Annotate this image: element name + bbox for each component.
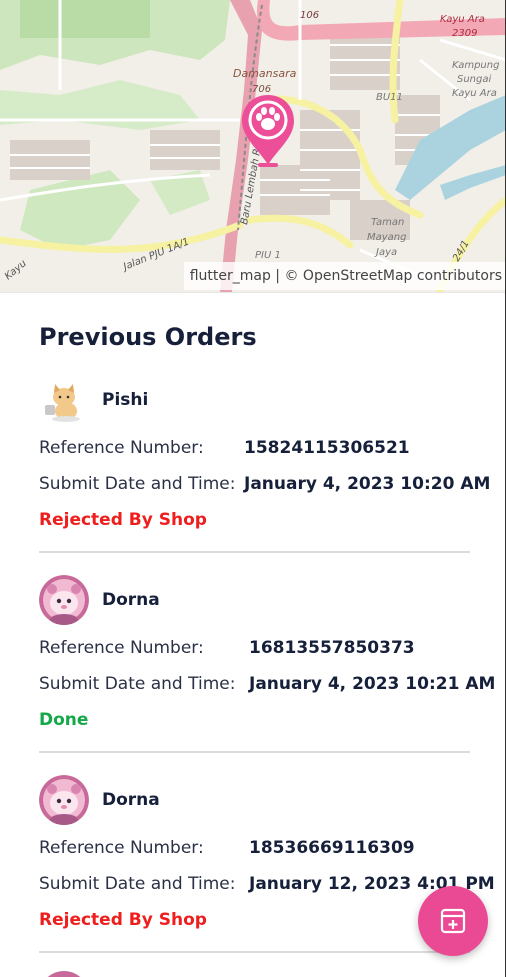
map-label-piu1: PIU 1 bbox=[255, 250, 281, 261]
map-label-route-106: 106 bbox=[300, 10, 319, 21]
reference-value: 15824115306521 bbox=[244, 438, 410, 458]
order-status: Rejected By Shop bbox=[39, 510, 207, 530]
map-label-kampung: Kampung bbox=[452, 60, 499, 71]
reference-label: Reference Number: bbox=[39, 438, 204, 458]
map-view[interactable]: Damansara 706 106 Kayu Ara 2309 Kampung … bbox=[0, 0, 506, 292]
map-label-damansara: Damansara bbox=[233, 67, 297, 80]
map-label-bu11: BU11 bbox=[376, 92, 403, 103]
shop-name: Pishi bbox=[102, 390, 149, 410]
order-card[interactable]: Pishi Reference Number: 15824115306521 S… bbox=[39, 374, 490, 574]
divider bbox=[39, 751, 470, 753]
next-order-avatar-partial bbox=[39, 971, 89, 977]
map-attribution[interactable]: flutter_map | © OpenStreetMap contributo… bbox=[183, 262, 506, 290]
divider bbox=[39, 551, 470, 553]
date-value: January 4, 2023 10:21 AM bbox=[249, 674, 496, 694]
order-card[interactable]: Dorna Reference Number: 18536669116309 S… bbox=[39, 774, 495, 974]
shop-header: Dorna bbox=[39, 574, 160, 626]
bear-avatar-icon bbox=[39, 575, 89, 625]
shop-name: Dorna bbox=[102, 790, 160, 810]
map-label-kayu-ara-2: Kayu Ara bbox=[452, 88, 497, 99]
cat-avatar-icon bbox=[39, 375, 89, 425]
bear-avatar-icon bbox=[39, 775, 89, 825]
shop-avatar bbox=[39, 575, 89, 625]
date-label: Submit Date and Time: bbox=[39, 674, 236, 694]
date-value: January 4, 2023 10:20 AM bbox=[244, 474, 491, 494]
map-label-mayang: Mayang bbox=[367, 232, 407, 243]
page-title: Previous Orders bbox=[39, 323, 257, 351]
order-status: Rejected By Shop bbox=[39, 910, 207, 930]
date-label: Submit Date and Time: bbox=[39, 474, 236, 494]
map-label-kayu-ara: Kayu Ara bbox=[440, 14, 485, 25]
add-order-button[interactable] bbox=[418, 886, 488, 956]
shop-header: Pishi bbox=[39, 374, 148, 426]
shop-avatar bbox=[39, 375, 89, 425]
order-status: Done bbox=[39, 710, 89, 730]
shop-avatar bbox=[39, 775, 89, 825]
map-label-jaya: Jaya bbox=[374, 247, 397, 258]
shop-name: Dorna bbox=[102, 590, 160, 610]
location-marker[interactable] bbox=[240, 93, 296, 169]
order-card[interactable]: Dorna Reference Number: 16813557850373 S… bbox=[39, 574, 495, 774]
reference-label: Reference Number: bbox=[39, 638, 204, 658]
map-label-taman: Taman bbox=[371, 217, 404, 228]
date-label: Submit Date and Time: bbox=[39, 874, 236, 894]
reference-value: 18536669116309 bbox=[249, 838, 415, 858]
shop-header: Dorna bbox=[39, 774, 160, 826]
reference-label: Reference Number: bbox=[39, 838, 204, 858]
map-label-sungai: Sungai bbox=[457, 74, 491, 85]
map-label-route-2309: 2309 bbox=[452, 28, 477, 39]
reference-value: 16813557850373 bbox=[249, 638, 415, 658]
divider bbox=[39, 951, 470, 953]
add-order-icon bbox=[440, 908, 466, 934]
